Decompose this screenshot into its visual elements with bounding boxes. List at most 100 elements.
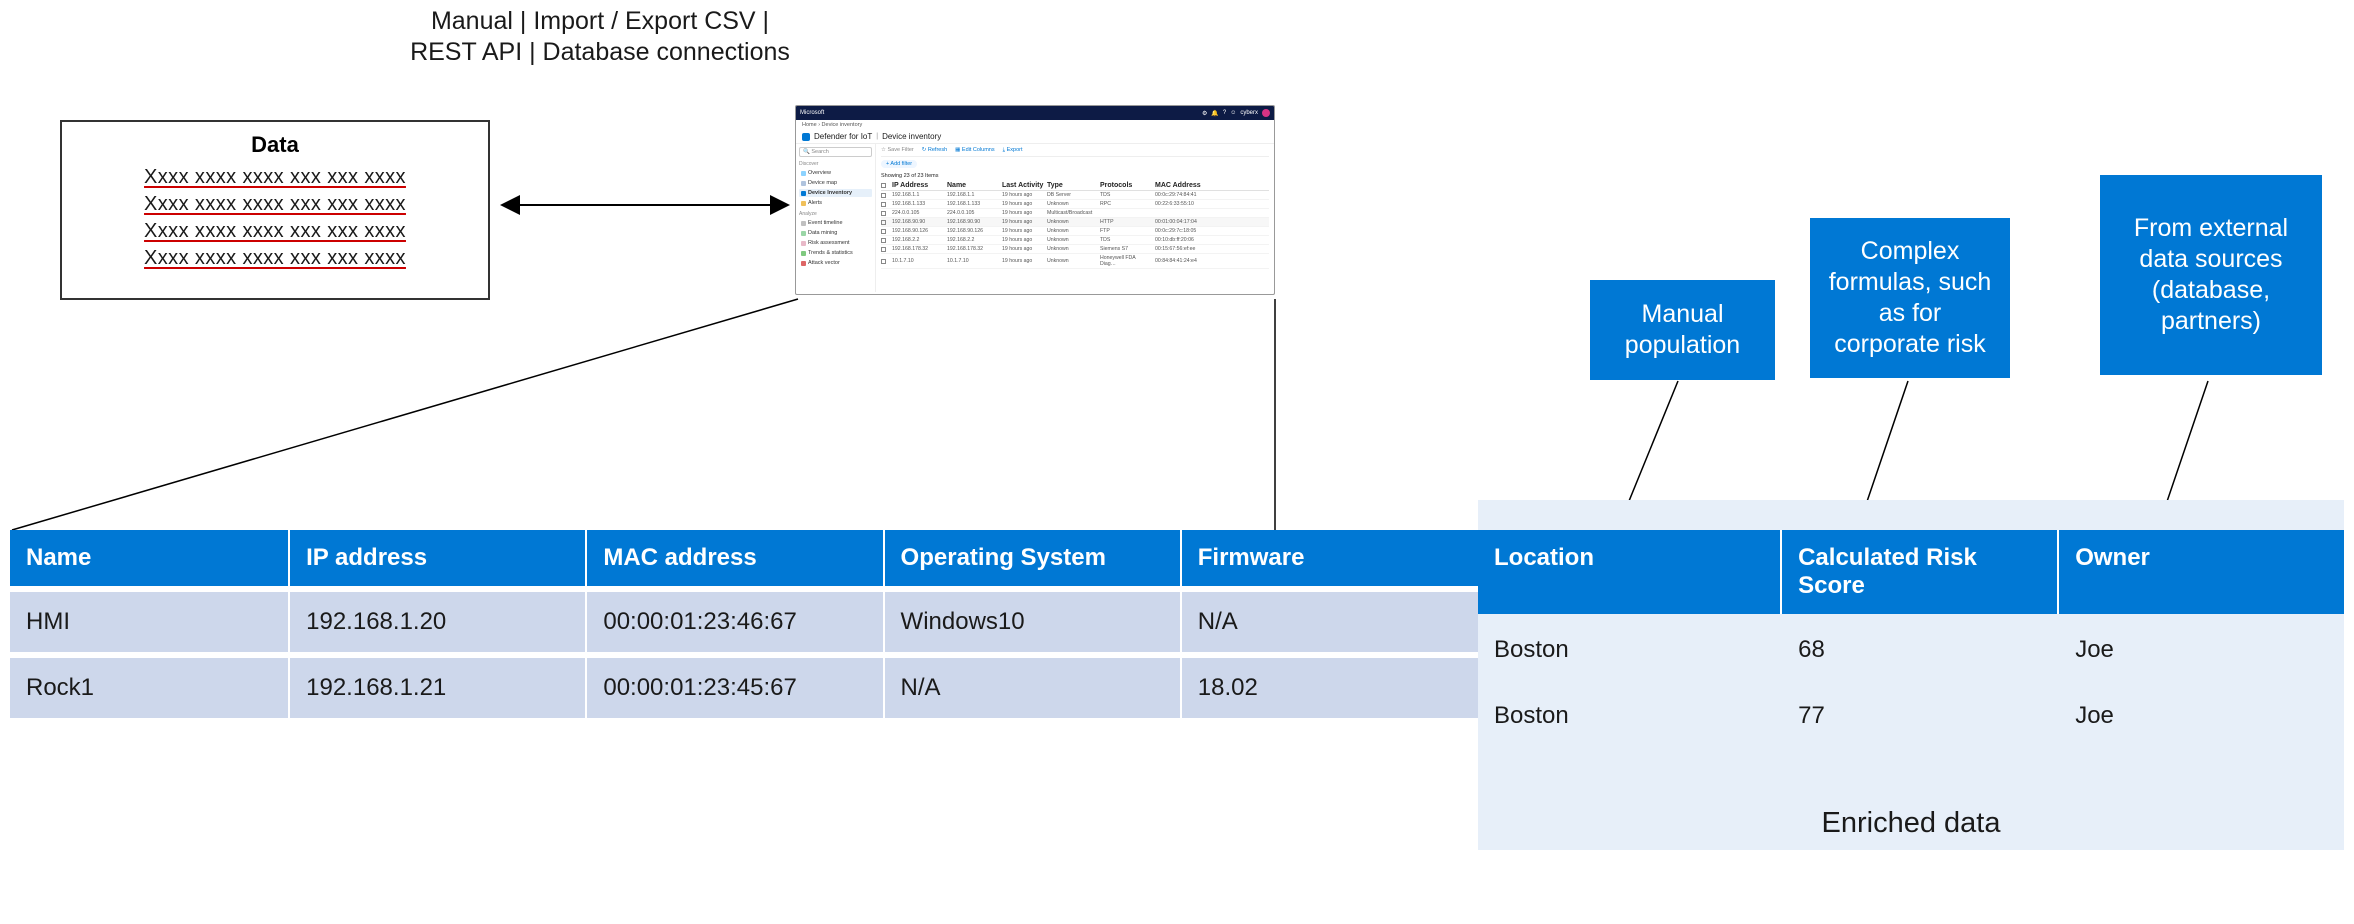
mini-user-label: cyberx [1240, 110, 1258, 116]
select-all-checkbox[interactable] [881, 183, 886, 188]
gear-icon[interactable]: ⚙ [1202, 110, 1207, 117]
mini-main: ☆ Save Filter ↻ Refresh ▦ Edit Columns ⤓… [876, 144, 1274, 292]
edit-columns-button[interactable]: ▦ Edit Columns [955, 147, 994, 154]
cell-ip: 192.168.90.126 [892, 228, 944, 234]
col-mac[interactable]: MAC Address [1155, 182, 1227, 189]
device-table: Name IP address MAC address Operating Sy… [10, 530, 1478, 718]
cell-name: 192.168.2.2 [947, 237, 999, 243]
mini-table-row[interactable]: 192.168.1.133192.168.1.13319 hours agoUn… [881, 200, 1269, 209]
breadcrumb[interactable]: Home › Device inventory [796, 120, 1274, 130]
add-filter-button[interactable]: + Add filter [881, 160, 917, 168]
inventory-icon [801, 191, 806, 196]
mini-table-row[interactable]: 224.0.0.105224.0.0.10519 hours agoMultic… [881, 209, 1269, 218]
bell-icon[interactable]: 🔔 [1211, 110, 1218, 117]
double-arrow-icon [500, 190, 790, 220]
row-checkbox[interactable] [881, 238, 886, 243]
row-checkbox[interactable] [881, 193, 886, 198]
cell-location: Boston [1478, 683, 1781, 746]
th-mac[interactable]: MAC address [586, 530, 883, 589]
cell-ip: 224.0.0.105 [892, 210, 944, 216]
sidebar-item-risk-assessment[interactable]: Risk assessment [799, 239, 872, 247]
col-last[interactable]: Last Activity [1002, 182, 1044, 189]
th-risk[interactable]: Calculated Risk Score [1781, 530, 2058, 617]
cell-risk: 77 [1781, 683, 2058, 746]
sidebar-item-event-timeline[interactable]: Event timeline [799, 219, 872, 227]
mining-icon [801, 231, 806, 236]
cell-name: Rock1 [10, 655, 289, 718]
cell-mac: 00:00:01:23:46:67 [586, 589, 883, 655]
search-input[interactable]: 🔍 Search [799, 147, 872, 157]
sidebar-item-label: Data mining [808, 230, 837, 236]
data-placeholder-line: Xxxx xxxx xxxx xxx xxx xxxx [144, 191, 406, 218]
data-box-title: Data [251, 132, 299, 158]
sidebar-item-attack-vector[interactable]: Attack vector [799, 259, 872, 267]
feedback-icon[interactable]: ☺ [1230, 110, 1236, 116]
map-icon [801, 181, 806, 186]
enriched-table: Location Calculated Risk Score Owner Bos… [1478, 530, 2344, 746]
mini-header-icons: ⚙ 🔔 ? ☺ cyberx [1202, 109, 1270, 117]
refresh-button[interactable]: ↻ Refresh [922, 147, 947, 154]
sidebar-item-trends-statistics[interactable]: Trends & statistics [799, 249, 872, 257]
th-os[interactable]: Operating System [884, 530, 1181, 589]
cell-name: 192.168.90.126 [947, 228, 999, 234]
table-row[interactable]: Boston77Joe [1478, 683, 2344, 746]
cell-location: Boston [1478, 617, 1781, 683]
mini-table-row[interactable]: 192.168.2.2192.168.2.219 hours agoUnknow… [881, 236, 1269, 245]
data-box: Data Xxxx xxxx xxxx xxx xxx xxxx Xxxx xx… [60, 120, 490, 300]
th-name[interactable]: Name [10, 530, 289, 589]
cell-ip: 192.168.1.21 [289, 655, 586, 718]
th-location[interactable]: Location [1478, 530, 1781, 617]
col-name[interactable]: Name [947, 182, 999, 189]
cell-last: 19 hours ago [1002, 201, 1044, 207]
col-protocols[interactable]: Protocols [1100, 182, 1152, 189]
cell-ip: 192.168.1.133 [892, 201, 944, 207]
table-row[interactable]: HMI192.168.1.2000:00:01:23:46:67Windows1… [10, 589, 1478, 655]
callout-external-sources: From external data sources (database, pa… [2100, 175, 2322, 375]
cell-last: 19 hours ago [1002, 237, 1044, 243]
avatar-icon[interactable] [1262, 109, 1270, 117]
row-checkbox[interactable] [881, 247, 886, 252]
col-type[interactable]: Type [1047, 182, 1097, 189]
table-row[interactable]: Rock1192.168.1.2100:00:01:23:45:67N/A18.… [10, 655, 1478, 718]
cell-mac: 00:22:6:33:55:10 [1155, 201, 1227, 207]
col-ip[interactable]: IP Address [892, 182, 944, 189]
row-checkbox[interactable] [881, 211, 886, 216]
cell-type: Unknown [1047, 258, 1097, 264]
mini-table-row[interactable]: 192.168.1.1192.168.1.119 hours agoDB Ser… [881, 191, 1269, 200]
sidebar-item-device-map[interactable]: Device map [799, 179, 872, 187]
row-checkbox[interactable] [881, 259, 886, 264]
cell-ip: 192.168.1.1 [892, 192, 944, 198]
trends-icon [801, 251, 806, 256]
table-row[interactable]: Boston68Joe [1478, 617, 2344, 683]
mini-table-row[interactable]: 192.168.90.126192.168.90.12619 hours ago… [881, 227, 1269, 236]
sidebar-item-label: Event timeline [808, 220, 843, 226]
enriched-panel: Location Calculated Risk Score Owner Bos… [1478, 500, 2344, 850]
cell-protocols: FTP [1100, 228, 1152, 234]
row-checkbox[interactable] [881, 220, 886, 225]
cell-owner: Joe [2058, 617, 2344, 683]
sidebar-item-label: Attack vector [808, 260, 840, 266]
th-owner[interactable]: Owner [2058, 530, 2344, 617]
cell-mac: 00:0c:29:74:84:41 [1155, 192, 1227, 198]
sidebar-item-device-inventory[interactable]: Device Inventory [799, 189, 872, 197]
cell-protocols: HTTP [1100, 219, 1152, 225]
sidebar-item-data-mining[interactable]: Data mining [799, 229, 872, 237]
cell-name: 10.1.7.10 [947, 258, 999, 264]
sidebar-item-overview[interactable]: Overview [799, 169, 872, 177]
cell-firmware: N/A [1181, 589, 1478, 655]
th-firmware[interactable]: Firmware [1181, 530, 1478, 589]
mini-table-row[interactable]: 192.168.178.32192.168.178.3219 hours ago… [881, 245, 1269, 254]
th-ip[interactable]: IP address [289, 530, 586, 589]
export-button[interactable]: ⤓ Export [1003, 147, 1023, 154]
help-icon[interactable]: ? [1223, 110, 1226, 116]
row-checkbox[interactable] [881, 202, 886, 207]
cell-type: Unknown [1047, 219, 1097, 225]
mini-table-row[interactable]: 10.1.7.1010.1.7.1019 hours agoUnknownHon… [881, 254, 1269, 269]
title-separator: | [876, 133, 878, 140]
mini-brand: Microsoft [800, 110, 824, 116]
row-checkbox[interactable] [881, 229, 886, 234]
cell-ip: 192.168.178.32 [892, 246, 944, 252]
sidebar-item-alerts[interactable]: Alerts [799, 199, 872, 207]
save-filter-button[interactable]: ☆ Save Filter [881, 147, 914, 154]
mini-table-row[interactable]: 192.168.90.90192.168.90.9019 hours agoUn… [881, 218, 1269, 227]
